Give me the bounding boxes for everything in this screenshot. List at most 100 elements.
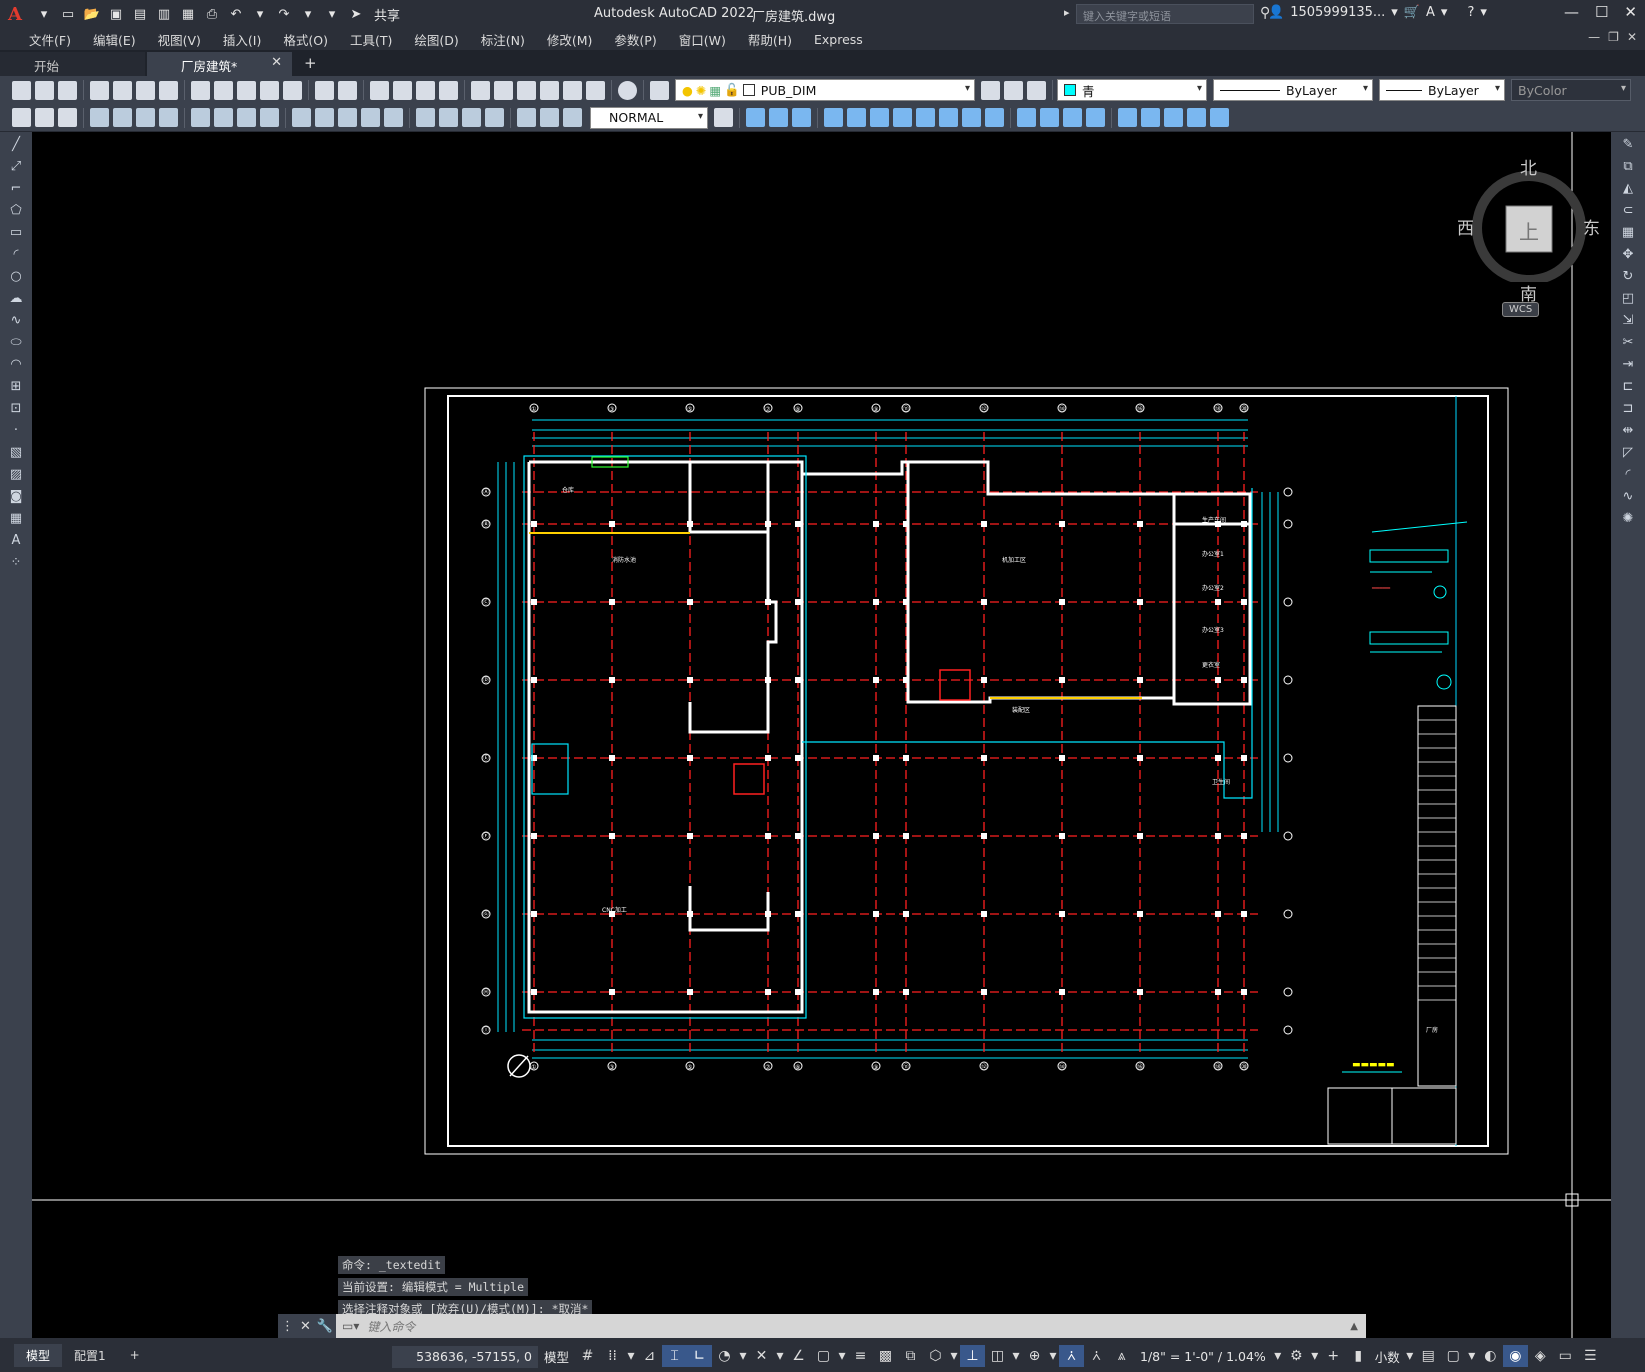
- rectangle-icon[interactable]: ▭: [7, 224, 25, 242]
- scale-icon[interactable]: ◰: [1619, 290, 1637, 308]
- viewcube-east[interactable]: 东: [1583, 214, 1600, 239]
- radius-dim-icon[interactable]: [191, 108, 210, 127]
- menu-parametric[interactable]: 参数(P): [603, 30, 667, 49]
- isodraft-dropdown-icon[interactable]: ▾: [774, 1345, 786, 1367]
- table-icon[interactable]: ▦: [7, 510, 25, 528]
- print-preview-icon[interactable]: [113, 80, 132, 100]
- cut-icon[interactable]: [191, 80, 210, 100]
- solid-edit-14-icon[interactable]: [1141, 108, 1160, 127]
- cart-icon[interactable]: 🛒: [1404, 5, 1420, 20]
- offset-icon[interactable]: ⊂: [1619, 202, 1637, 220]
- model-space-button[interactable]: 模型: [538, 1347, 575, 1366]
- draworder-icon[interactable]: [12, 108, 31, 127]
- dim-space-icon[interactable]: [361, 108, 380, 127]
- menu-edit[interactable]: 编辑(E): [82, 30, 147, 49]
- layer-previous-icon[interactable]: [1004, 80, 1023, 100]
- viewcube-top-face[interactable]: 上: [1519, 216, 1539, 245]
- minimize-icon[interactable]: —: [1564, 3, 1579, 21]
- command-input[interactable]: 键入命令: [359, 1318, 415, 1335]
- mtext-icon[interactable]: A: [7, 532, 25, 550]
- save-web-icon[interactable]: ▦: [178, 4, 198, 24]
- insert-block-icon[interactable]: ⊞: [7, 378, 25, 396]
- add-selected-icon[interactable]: ⁘: [7, 554, 25, 572]
- doc-restore-icon[interactable]: ❐: [1608, 30, 1619, 44]
- solid-edit-5-icon[interactable]: [916, 108, 935, 127]
- quick-dim-icon[interactable]: [292, 108, 311, 127]
- dim-update-icon[interactable]: [563, 108, 582, 127]
- doc-minimize-icon[interactable]: —: [1588, 30, 1600, 44]
- ellipse-arc-icon[interactable]: ◠: [7, 356, 25, 374]
- scale-dropdown-icon[interactable]: ▾: [1272, 1345, 1284, 1367]
- solid-edit-1-icon[interactable]: [824, 108, 843, 127]
- solid-edit-13-icon[interactable]: [1118, 108, 1137, 127]
- solid-edit-4-icon[interactable]: [893, 108, 912, 127]
- save-icon[interactable]: ▣: [106, 4, 126, 24]
- solid-edit-11-icon[interactable]: [1063, 108, 1082, 127]
- calculator-icon[interactable]: [586, 80, 605, 100]
- linear-dim-icon[interactable]: [90, 108, 109, 127]
- dim-break-icon[interactable]: [384, 108, 403, 127]
- snap-icon[interactable]: ⁞⁞: [600, 1345, 625, 1367]
- stretch-icon[interactable]: ⇲: [1619, 312, 1637, 330]
- tolerance-icon[interactable]: [416, 108, 435, 127]
- save-file-icon[interactable]: [58, 80, 77, 100]
- share-button[interactable]: 共享: [374, 5, 400, 24]
- chamfer-icon[interactable]: ◸: [1619, 444, 1637, 462]
- units-value[interactable]: 小数: [1371, 1347, 1404, 1366]
- baseline-dim-icon[interactable]: [315, 108, 334, 127]
- isodraft-icon[interactable]: ✕: [749, 1345, 774, 1367]
- polyline-icon[interactable]: ⌐: [7, 180, 25, 198]
- arc-length-icon[interactable]: [136, 108, 155, 127]
- dim-style-icon[interactable]: [714, 108, 733, 127]
- tab-start[interactable]: 开始: [0, 52, 145, 76]
- menu-draw[interactable]: 绘图(D): [403, 30, 469, 49]
- line-icon[interactable]: ╱: [7, 136, 25, 154]
- dynamic-input-icon[interactable]: ⌶: [662, 1345, 688, 1367]
- polar-icon[interactable]: ◔: [712, 1345, 737, 1367]
- transparency-icon[interactable]: ▩: [873, 1345, 898, 1367]
- coordinates-readout[interactable]: 538636, -57155, 0: [392, 1346, 538, 1368]
- markup-icon[interactable]: [563, 80, 582, 100]
- object-snap-dropdown-icon[interactable]: ▾: [836, 1345, 848, 1367]
- move-icon[interactable]: ✥: [1619, 246, 1637, 264]
- make-current-icon[interactable]: [981, 80, 1000, 100]
- quick-properties-icon[interactable]: ▤: [1416, 1345, 1441, 1367]
- sheet-set-icon[interactable]: [540, 80, 559, 100]
- layer-combo[interactable]: ● ✺ ▦ 🔓 PUB_DIM ▾: [675, 79, 975, 101]
- block-editor-icon[interactable]: [283, 80, 302, 100]
- layer-properties-icon[interactable]: [650, 80, 669, 100]
- solid-edit-17-icon[interactable]: [1210, 108, 1229, 127]
- drawing-canvas[interactable]: 厂房 ① ① ③ ③ ⑤ ⑤ ⑦ ⑦ ⑧ ⑧ ⑨ ⑨ ⑪ ⑪ ⑫ ⑫ ⑭ ⑭ ⑯ ⑯ ⑱ ⑱ ⑳ ⑳ Ⓐ Ⓑ Ⓒ Ⓓ Ⓔ Ⓕ Ⓖ Ⓗ Ⓘ 仓库 消防…: [32, 132, 1611, 1338]
- close-command-icon[interactable]: ✕: [300, 1319, 311, 1334]
- viewcube[interactable]: 北 南 西 东 上: [1457, 152, 1600, 305]
- circle-icon[interactable]: ○: [7, 268, 25, 286]
- solid-edit-8-icon[interactable]: [985, 108, 1004, 127]
- units-icon[interactable]: ▮: [1346, 1345, 1371, 1367]
- ordinate-dim-icon[interactable]: [159, 108, 178, 127]
- linetype-combo[interactable]: ByLayer ▾: [1213, 79, 1373, 101]
- workspace-gear-icon[interactable]: ⚙: [1284, 1345, 1309, 1367]
- redo-tool-icon[interactable]: [338, 80, 357, 100]
- customize-qat-icon[interactable]: ▾: [322, 4, 342, 24]
- join-icon[interactable]: ⇹: [1619, 422, 1637, 440]
- lock-ui-dropdown-icon[interactable]: ▾: [1466, 1345, 1478, 1367]
- region-icon[interactable]: ◙: [7, 488, 25, 506]
- solid-edit-9-icon[interactable]: [1017, 108, 1036, 127]
- menu-view[interactable]: 视图(V): [147, 30, 212, 49]
- color-combo[interactable]: 青 ▾: [1057, 79, 1207, 101]
- pan-icon[interactable]: [370, 80, 389, 100]
- undo-icon[interactable]: ↶: [226, 4, 246, 24]
- angular-dim-icon[interactable]: [260, 108, 279, 127]
- solid-edit-10-icon[interactable]: [1040, 108, 1059, 127]
- paste-icon[interactable]: [237, 80, 256, 100]
- blend-curves-icon[interactable]: ∿: [1619, 488, 1637, 506]
- erase-icon[interactable]: ✎: [1619, 136, 1637, 154]
- doc-close-icon[interactable]: ✕: [1627, 30, 1637, 44]
- viewcube-north[interactable]: 北: [1520, 154, 1537, 179]
- help-dropdown-icon[interactable]: ▾: [1480, 5, 1487, 20]
- solid-edit-12-icon[interactable]: [1086, 108, 1105, 127]
- isolate-objects-icon[interactable]: ◐: [1478, 1345, 1503, 1367]
- tab-drawing[interactable]: 厂房建筑* ✕: [147, 52, 292, 76]
- command-history-toggle-icon[interactable]: ▲: [1350, 1321, 1358, 1332]
- solid-edit-7-icon[interactable]: [962, 108, 981, 127]
